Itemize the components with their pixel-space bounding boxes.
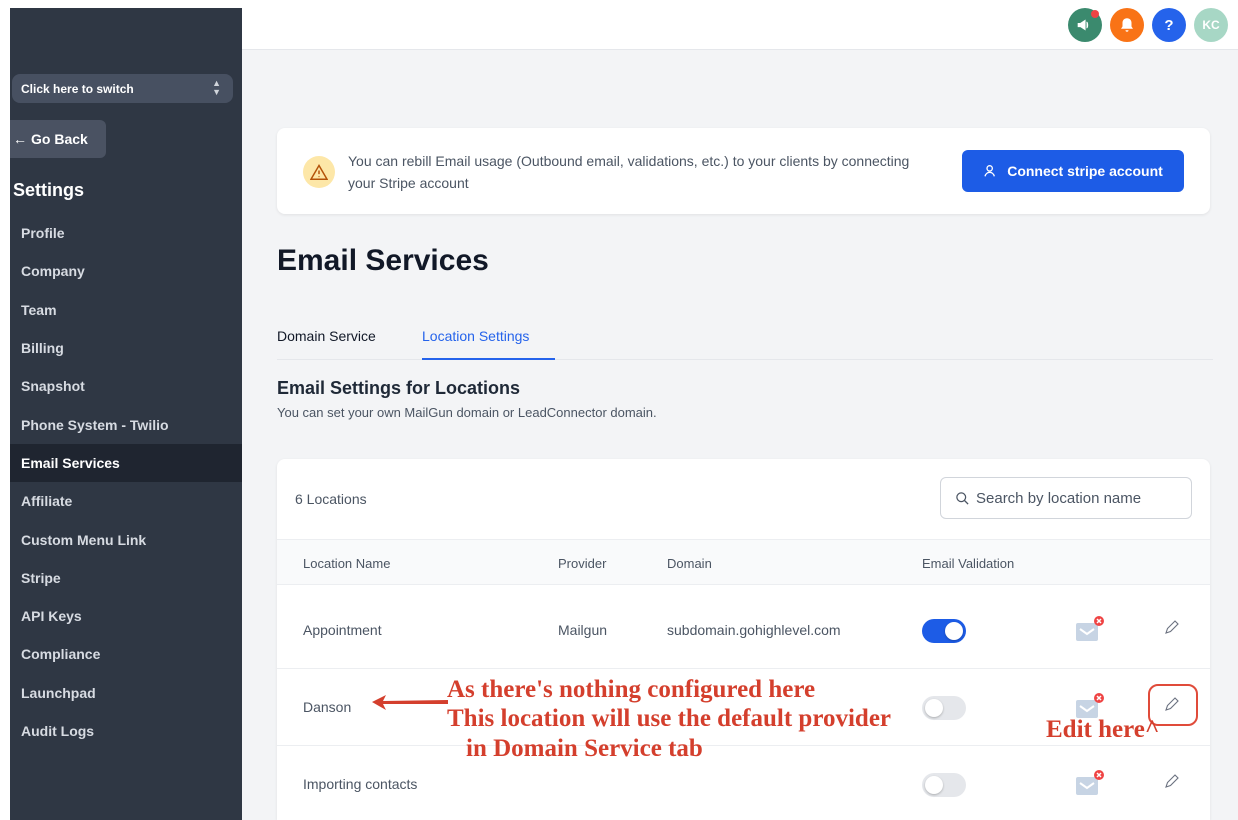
- sidebar-item-api-keys[interactable]: API Keys: [10, 597, 242, 635]
- table-row: Importing contacts: [277, 746, 1210, 820]
- sidebar-item-team[interactable]: Team: [10, 291, 242, 329]
- annotation-line-1: As there's nothing configured here: [447, 676, 816, 703]
- location-name: Importing contacts: [303, 776, 418, 792]
- connect-stripe-label: Connect stripe account: [1007, 163, 1163, 179]
- email-validation-toggle[interactable]: [922, 696, 966, 720]
- column-header-location-name: Location Name: [303, 556, 391, 571]
- sidebar-item-phone-system[interactable]: Phone System - Twilio: [10, 405, 242, 443]
- column-header-domain: Domain: [667, 556, 712, 571]
- settings-heading: Settings: [13, 180, 85, 200]
- sidebar-item-billing[interactable]: Billing: [10, 329, 242, 367]
- table-header: Location Name Provider Domain Email Vali…: [277, 539, 1210, 585]
- annotation-edit-here: Edit here^: [1046, 716, 1160, 743]
- toggle-knob: [925, 776, 943, 794]
- banner-text: You can rebill Email usage (Outbound ema…: [348, 153, 910, 191]
- header-icons: ? KC: [1068, 8, 1228, 42]
- search-icon: [956, 491, 969, 505]
- notification-dot: [1091, 10, 1099, 18]
- email-validation-toggle[interactable]: [922, 773, 966, 797]
- connect-stripe-button[interactable]: Connect stripe account: [962, 150, 1184, 192]
- search-placeholder: Search by location name: [976, 489, 1142, 507]
- app-frame: Click here to switch ▲ ▼ ← Go Back Settin…: [10, 8, 1238, 820]
- column-header-email-validation: Email Validation: [922, 556, 1015, 571]
- account-switcher[interactable]: Click here to switch ▲ ▼: [12, 74, 233, 103]
- sidebar-item-compliance[interactable]: Compliance: [10, 635, 242, 673]
- sidebar-item-stripe[interactable]: Stripe: [10, 559, 242, 597]
- section-subtitle: You can set your own MailGun domain or L…: [277, 405, 657, 420]
- toggle-knob: [945, 622, 963, 640]
- tab-bar: Domain Service Location Settings: [277, 326, 1213, 360]
- location-name: Appointment: [303, 622, 382, 638]
- sidebar-item-custom-menu-link[interactable]: Custom Menu Link: [10, 520, 242, 558]
- go-back-label: Go Back: [31, 131, 88, 147]
- annotation-line-2: This location will use the default provi…: [447, 705, 892, 732]
- settings-nav: Profile Company Team Billing Snapshot Ph…: [10, 214, 242, 750]
- megaphone-icon[interactable]: [1068, 8, 1102, 42]
- toggle-knob: [925, 699, 943, 717]
- sidebar-item-profile[interactable]: Profile: [10, 214, 242, 252]
- help-icon[interactable]: ?: [1152, 8, 1186, 42]
- locations-table-card: 6 Locations Search by location name Loca…: [277, 459, 1210, 820]
- locations-count: 6 Locations: [295, 491, 367, 507]
- sidebar-item-affiliate[interactable]: Affiliate: [10, 482, 242, 520]
- go-back-button[interactable]: ← Go Back: [10, 120, 106, 158]
- help-glyph: ?: [1164, 16, 1174, 34]
- sidebar-item-snapshot[interactable]: Snapshot: [10, 367, 242, 405]
- pencil-icon[interactable]: [1163, 618, 1181, 636]
- sidebar-item-email-services[interactable]: Email Services: [10, 443, 242, 483]
- email-validation-toggle[interactable]: [922, 619, 966, 643]
- mail-error-icon[interactable]: [1073, 768, 1107, 800]
- provider: Mailgun: [558, 622, 608, 638]
- domain: subdomain.gohighlevel.com: [667, 622, 841, 638]
- tab-domain-service[interactable]: Domain Service: [277, 328, 376, 360]
- bell-icon[interactable]: [1110, 8, 1144, 42]
- sidebar-item-company[interactable]: Company: [10, 252, 242, 290]
- stripe-banner: You can rebill Email usage (Outbound ema…: [277, 128, 1210, 214]
- user-icon: [984, 165, 996, 177]
- pencil-icon[interactable]: [1163, 695, 1181, 713]
- annotation-line-3: in Domain Service tab: [466, 735, 703, 762]
- switcher-label: Click here to switch: [21, 81, 134, 96]
- avatar[interactable]: KC: [1194, 8, 1228, 42]
- arrow-left-icon: ←: [13, 131, 27, 147]
- mail-error-icon[interactable]: [1073, 614, 1107, 646]
- pencil-icon[interactable]: [1163, 772, 1181, 790]
- updown-chevron-icon: ▲ ▼: [212, 78, 221, 97]
- column-header-provider: Provider: [558, 556, 607, 571]
- location-name: Danson: [303, 699, 352, 715]
- table-row: Appointment Mailgun subdomain.gohighleve…: [277, 592, 1210, 669]
- page-title: Email Services: [277, 244, 489, 277]
- section-title: Email Settings for Locations: [277, 378, 521, 398]
- tab-location-settings[interactable]: Location Settings: [422, 328, 555, 360]
- warning-icon: [303, 156, 335, 188]
- annotation-arrow: [372, 695, 448, 710]
- search-input[interactable]: Search by location name: [940, 477, 1192, 519]
- top-header: ? KC: [242, 8, 1238, 50]
- sidebar-item-launchpad[interactable]: Launchpad: [10, 674, 242, 712]
- sidebar: Click here to switch ▲ ▼ ← Go Back Settin…: [10, 8, 242, 820]
- sidebar-item-audit-logs[interactable]: Audit Logs: [10, 712, 242, 750]
